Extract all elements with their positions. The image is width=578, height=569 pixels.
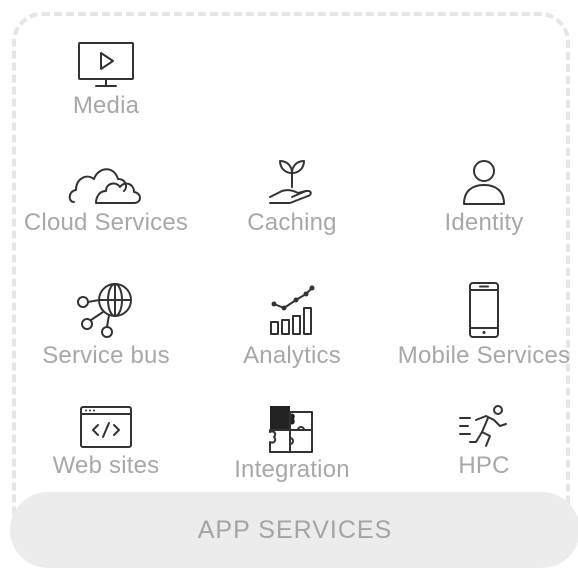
service-bus-label: Service bus [42, 342, 170, 369]
user-icon [463, 160, 505, 205]
clouds-icon [68, 168, 141, 204]
hand-plant-icon [269, 160, 312, 204]
running-person-icon [459, 405, 507, 447]
tile-media[interactable]: Media [46, 40, 166, 120]
tile-mobile-services[interactable]: Mobile Services [386, 280, 578, 370]
globe-network-icon [77, 283, 132, 338]
media-label: Media [72, 92, 140, 119]
cloud-services-label: Cloud Services [23, 209, 189, 236]
analytics-label: Analytics [243, 342, 341, 369]
bar-chart-trend-icon [270, 285, 315, 335]
tile-web-sites[interactable]: Web sites [36, 404, 176, 480]
tile-identity[interactable]: Identity [414, 157, 554, 237]
identity-label: Identity [444, 209, 524, 236]
hpc-label: HPC [458, 452, 510, 479]
app-services-footer: APP SERVICES [10, 492, 578, 568]
tile-caching[interactable]: Caching [222, 157, 362, 237]
tile-service-bus[interactable]: Service bus [26, 280, 186, 370]
tile-hpc[interactable]: HPC [414, 404, 554, 480]
puzzle-icon [269, 406, 313, 453]
integration-label: Integration [234, 456, 350, 483]
code-window-icon [80, 406, 132, 448]
footer-label: APP SERVICES [197, 516, 393, 544]
tile-cloud-services[interactable]: Cloud Services [6, 157, 206, 237]
tile-analytics[interactable]: Analytics [222, 280, 362, 370]
web-sites-label: Web sites [52, 452, 160, 479]
smartphone-icon [469, 282, 499, 338]
caching-label: Caching [247, 209, 337, 236]
mobile-services-label: Mobile Services [397, 342, 571, 369]
tile-integration[interactable]: Integration [222, 404, 362, 484]
monitor-play-icon [78, 42, 134, 87]
